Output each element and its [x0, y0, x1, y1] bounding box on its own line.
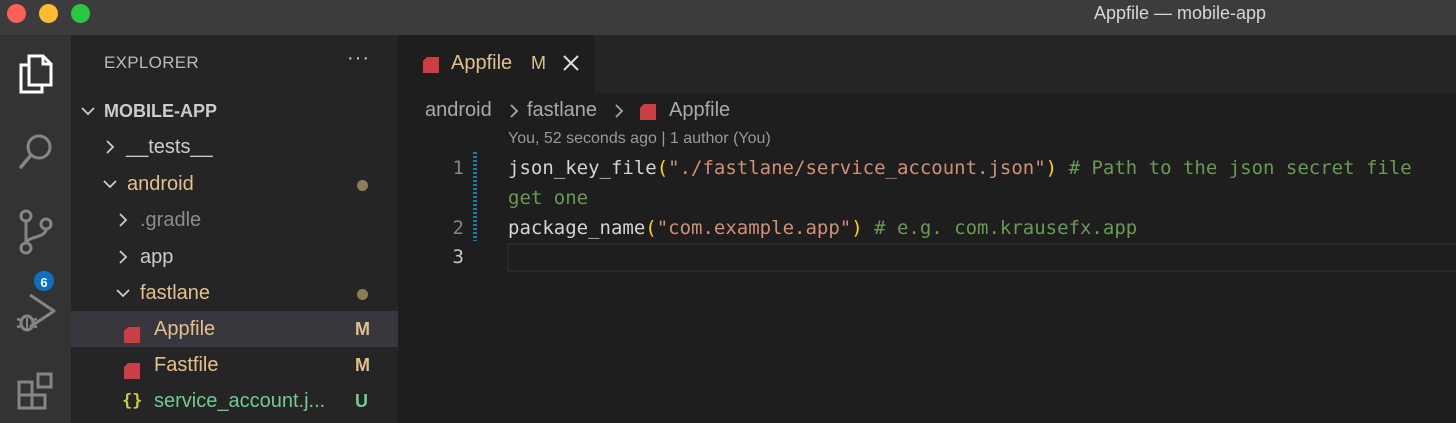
- code-token: package_name: [508, 217, 646, 239]
- line-number: 1: [452, 157, 464, 179]
- tree-file-appfile[interactable]: Appfile M: [71, 311, 398, 347]
- chevron-right-icon: [101, 129, 119, 165]
- window-title: Appfile — mobile-app: [1093, 3, 1267, 23]
- code-string: "./fastlane/service_account.json": [668, 157, 1046, 179]
- line-number: 3: [452, 246, 464, 268]
- code-comment: # Path to the json secret file: [1057, 157, 1412, 179]
- search-icon[interactable]: [0, 117, 71, 187]
- tree-label: app: [140, 246, 174, 268]
- tree-label: android: [127, 173, 194, 195]
- tree-file-service-account[interactable]: {} service_account.j... U: [71, 383, 398, 419]
- ruby-file-icon: [639, 103, 657, 127]
- breadcrumb-item-appfile[interactable]: Appfile: [669, 99, 730, 122]
- tree-folder-mobile-app[interactable]: MOBILE-APP: [71, 93, 398, 129]
- tree-folder-app[interactable]: app: [71, 239, 398, 275]
- chevron-right-icon: [508, 102, 520, 126]
- code-line-1-wrap[interactable]: get one: [508, 187, 588, 209]
- tree-label: Appfile: [154, 318, 216, 340]
- line-number: 2: [452, 217, 464, 239]
- code-line-2[interactable]: package_name("com.example.app") # e.g. c…: [508, 217, 1137, 239]
- tree-label: __tests__: [126, 136, 213, 158]
- tab-label: Appfile: [451, 52, 513, 74]
- tree-label: MOBILE-APP: [104, 101, 218, 121]
- modified-dot: [357, 180, 368, 191]
- tree-file-fastfile[interactable]: Fastfile M: [71, 347, 398, 383]
- code-token: (: [656, 157, 669, 179]
- explorer-header: EXPLORER: [104, 53, 199, 72]
- run-debug-icon[interactable]: [0, 278, 71, 348]
- tree-label: Fastfile: [154, 354, 219, 376]
- breadcrumb-item-fastlane[interactable]: fastlane: [527, 99, 597, 122]
- chevron-down-icon: [79, 93, 97, 129]
- breadcrumb-item-android[interactable]: android: [425, 99, 492, 122]
- code-token: (: [645, 217, 657, 239]
- chevron-down-icon: [101, 166, 119, 202]
- tree-label: fastlane: [140, 282, 211, 304]
- close-window-button[interactable]: [7, 4, 26, 23]
- minimize-window-button[interactable]: [39, 4, 58, 23]
- tab-appfile[interactable]: Appfile M: [398, 35, 594, 93]
- tree-folder-gradle[interactable]: .gradle: [71, 202, 398, 238]
- explorer-icon[interactable]: [0, 38, 71, 108]
- tree-folder-tests[interactable]: __tests__: [71, 129, 398, 165]
- tree-label: .gradle: [140, 209, 202, 231]
- codelens-blame[interactable]: You, 52 seconds ago | 1 author (You): [508, 130, 771, 148]
- tree-label: service_account.j...: [154, 390, 326, 412]
- git-status: M: [355, 319, 370, 339]
- source-control-icon[interactable]: [0, 197, 71, 267]
- ruby-file-icon: [422, 56, 440, 79]
- code-token: ): [1045, 157, 1058, 179]
- chevron-right-icon: [114, 239, 132, 275]
- code-line-1[interactable]: json_key_file("./fastlane/service_accoun…: [508, 157, 1412, 179]
- code-token: json_key_file: [508, 157, 657, 179]
- git-modified-gutter: [473, 152, 477, 241]
- code-comment: # e.g. com.krausefx.app: [862, 217, 1138, 239]
- json-file-icon: {}: [122, 391, 143, 411]
- chevron-down-icon: [114, 275, 132, 311]
- code-comment: get one: [508, 187, 589, 209]
- current-line-highlight: [507, 243, 1456, 272]
- git-status: U: [355, 391, 368, 411]
- extensions-icon[interactable]: [0, 357, 71, 423]
- chevron-right-icon: [613, 102, 625, 126]
- title-bar: Appfile — mobile-app: [0, 0, 1456, 35]
- maximize-window-button[interactable]: [71, 4, 90, 23]
- tree-folder-fastlane[interactable]: fastlane: [71, 275, 398, 311]
- close-icon[interactable]: [562, 54, 580, 77]
- modified-dot: [357, 289, 368, 300]
- more-actions-button[interactable]: ···: [347, 47, 370, 70]
- chevron-right-icon: [114, 202, 132, 238]
- explorer-sidebar: EXPLORER ··· MOBILE-APP __tests__ androi…: [71, 35, 398, 423]
- editor-tab-bar: Appfile M: [398, 35, 1456, 93]
- code-string: "com.example.app": [656, 217, 852, 239]
- tree-folder-android[interactable]: android: [71, 166, 398, 202]
- tab-git-status: M: [531, 53, 546, 73]
- code-token: ): [851, 217, 863, 239]
- git-status: M: [355, 355, 370, 375]
- activity-bar: 6: [0, 35, 71, 423]
